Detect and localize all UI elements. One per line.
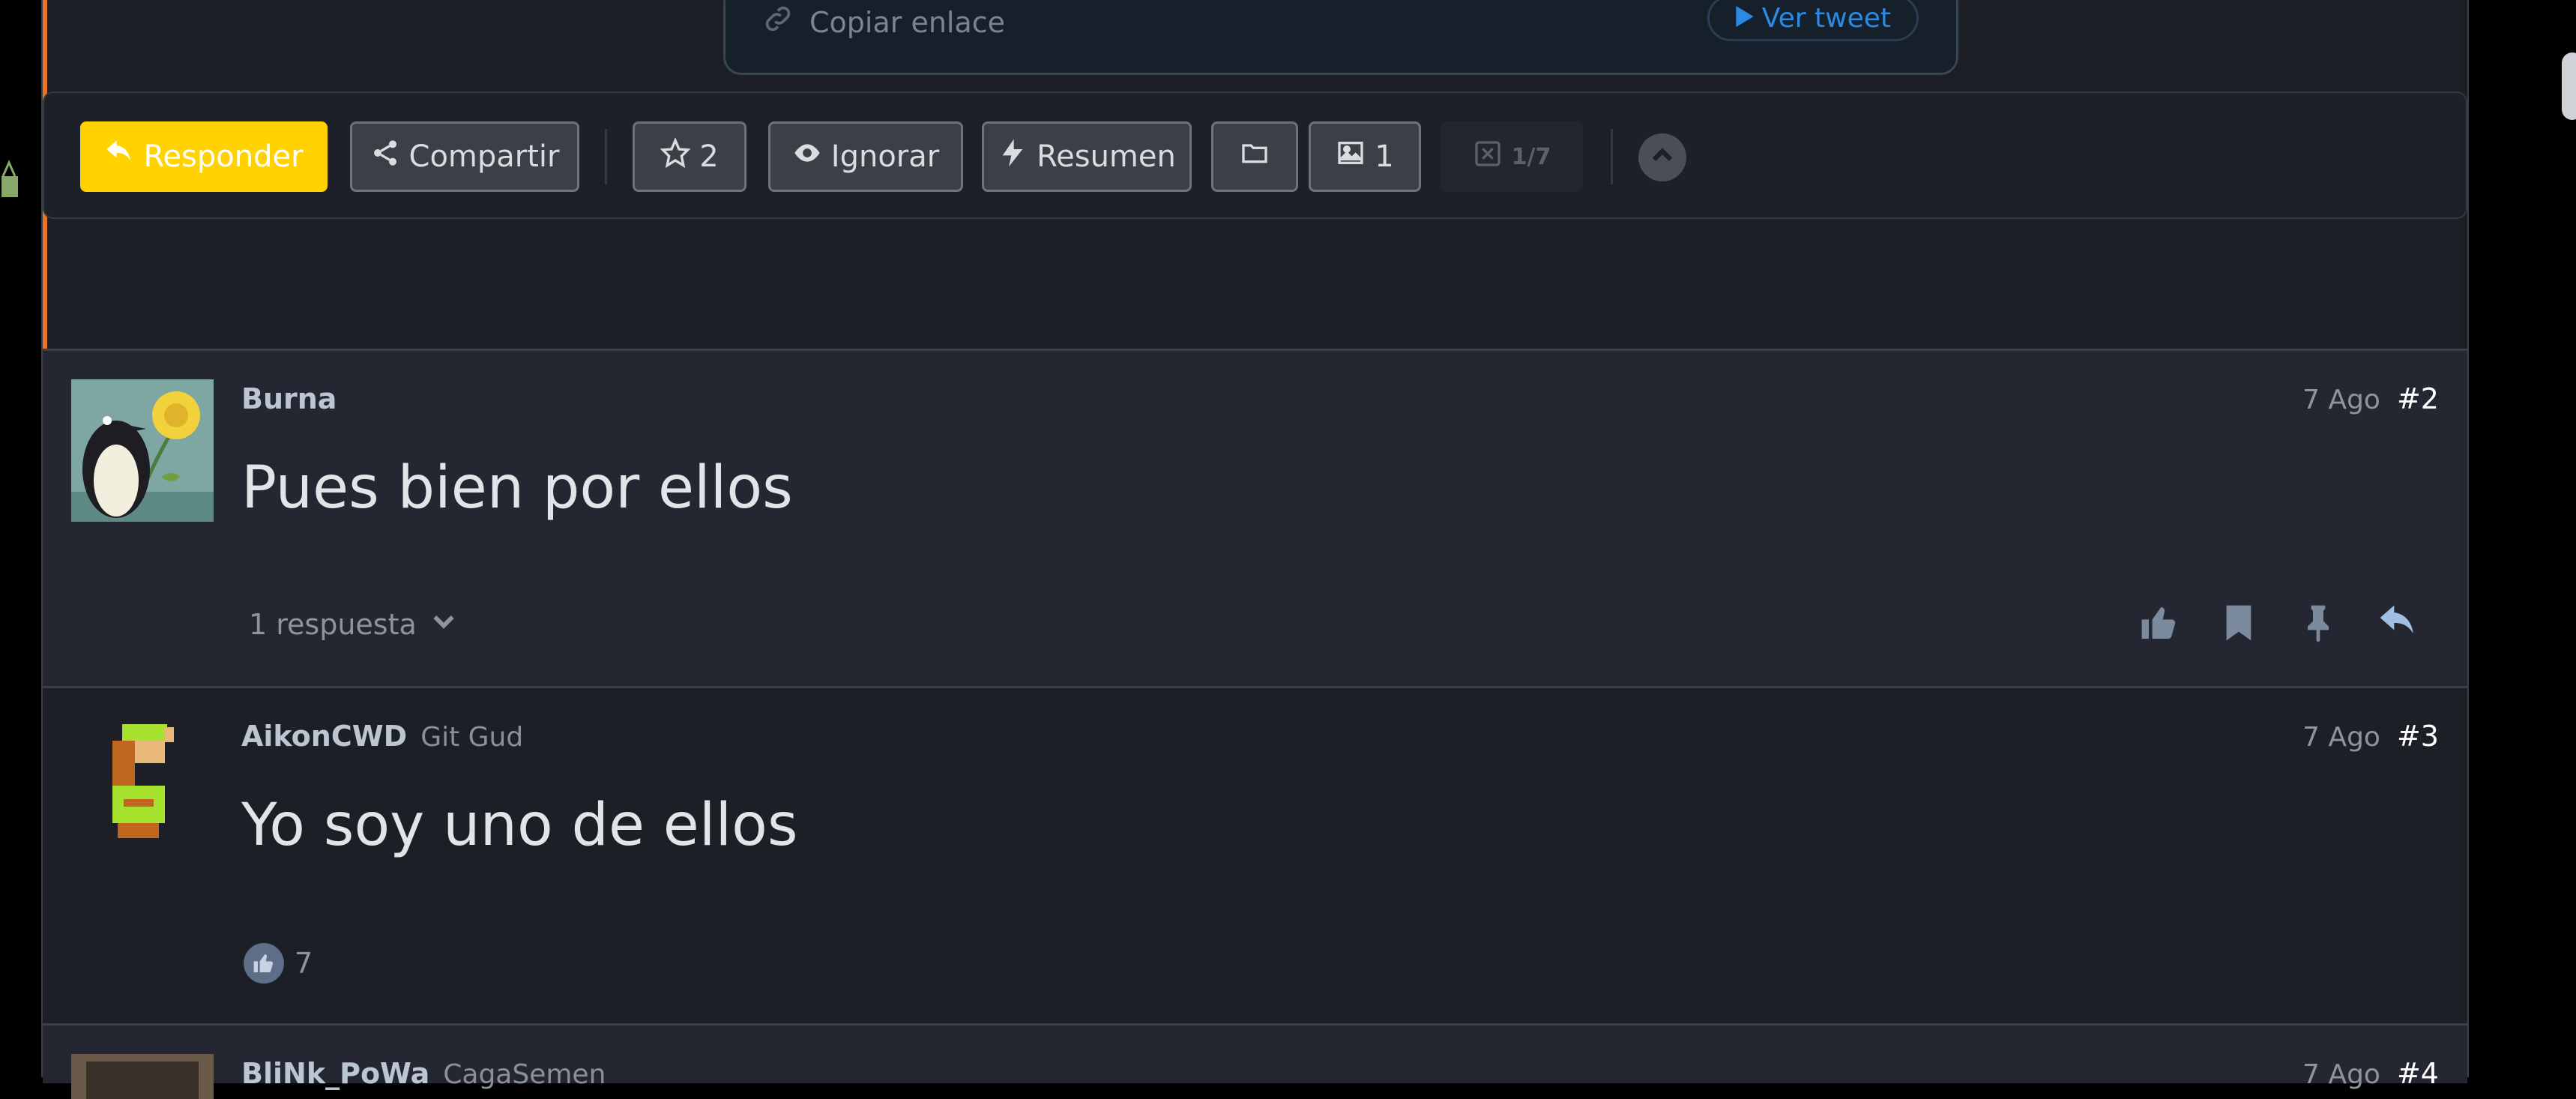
- comment-body: Pues bien por ellos: [241, 454, 793, 522]
- author-tagline: CagaSemen: [443, 1059, 606, 1090]
- replies-toggle[interactable]: 1 respuesta: [249, 606, 459, 642]
- close-box-icon: [1473, 139, 1503, 175]
- comment: BliNk_PoWa CagaSemen 7 Ago #4: [43, 1023, 2467, 1099]
- comment-date: 7 Ago: [2302, 385, 2380, 415]
- bolt-icon: [998, 138, 1028, 175]
- toolbar-divider: [1611, 129, 1613, 184]
- summary-label: Resumen: [1037, 139, 1176, 174]
- images-button[interactable]: 1: [1309, 121, 1421, 192]
- author-line: AikonCWD Git Gud: [241, 720, 523, 753]
- comment: AikonCWD Git Gud 7 Ago #3 Yo soy uno de …: [43, 686, 2467, 1023]
- image-icon: [1336, 138, 1366, 175]
- comment-date: 7 Ago: [2302, 1059, 2380, 1090]
- toolbar-divider: [605, 129, 607, 184]
- comment-meta: 7 Ago #2: [2302, 382, 2439, 415]
- avatar[interactable]: [71, 1054, 214, 1099]
- play-icon: [1735, 3, 1755, 34]
- comment-body: Yo soy uno de ellos: [241, 792, 798, 859]
- reply-icon[interactable]: [2377, 602, 2419, 647]
- comment: Burna 7 Ago #2 Pues bien por ellos 1 res…: [43, 349, 2467, 686]
- comment-number[interactable]: #2: [2397, 382, 2439, 415]
- thread-page: Copiar enlace Ver tweet Responder Compar…: [41, 0, 2469, 1099]
- post-toolbar: Responder Compartir 2 Ignorar Resumen 1 …: [43, 91, 2467, 219]
- chevron-up-icon: [1648, 142, 1677, 173]
- favorites-count: 2: [699, 139, 719, 174]
- like-summary[interactable]: 7: [244, 943, 313, 984]
- thumbs-up-icon[interactable]: [2138, 602, 2180, 647]
- avatar[interactable]: [71, 379, 214, 522]
- star-icon: [660, 137, 691, 175]
- ignore-button[interactable]: Ignorar: [768, 121, 963, 192]
- folder-icon: [1240, 138, 1270, 175]
- comment-date: 7 Ago: [2302, 722, 2380, 753]
- reply-button[interactable]: Responder: [80, 121, 328, 192]
- folder-button[interactable]: [1211, 121, 1298, 192]
- comment-meta: 7 Ago #3: [2302, 720, 2439, 753]
- share-button[interactable]: Compartir: [350, 121, 579, 192]
- reply-icon: [104, 138, 134, 175]
- reply-label: Responder: [143, 139, 304, 174]
- page-counter: 1/7: [1441, 121, 1583, 192]
- eye-icon: [792, 138, 822, 175]
- replies-label: 1 respuesta: [249, 607, 417, 641]
- favorite-button[interactable]: 2: [633, 121, 746, 192]
- avatar[interactable]: [71, 717, 214, 859]
- scroll-up-button[interactable]: [1638, 133, 1686, 181]
- like-count: 7: [295, 947, 313, 980]
- pin-icon[interactable]: [2297, 602, 2339, 647]
- ver-tweet-button[interactable]: Ver tweet: [1707, 0, 1919, 41]
- summary-button[interactable]: Resumen: [982, 121, 1192, 192]
- share-label: Compartir: [408, 139, 560, 174]
- comment-actions: [2138, 602, 2419, 647]
- bookmark-icon[interactable]: [2218, 602, 2260, 647]
- author-line: Burna: [241, 382, 337, 415]
- thumbs-up-icon: [244, 943, 284, 984]
- copy-link[interactable]: Copiar enlace: [761, 2, 1005, 42]
- comment-number[interactable]: #3: [2397, 720, 2439, 753]
- share-icon: [370, 138, 400, 175]
- author-name[interactable]: BliNk_PoWa: [241, 1057, 429, 1090]
- link-icon: [761, 2, 794, 42]
- author-name[interactable]: Burna: [241, 382, 337, 415]
- page-counter-label: 1/7: [1511, 143, 1551, 170]
- scrollbar-thumb[interactable]: [2562, 52, 2576, 120]
- author-line: BliNk_PoWa CagaSemen: [241, 1057, 606, 1090]
- ignore-label: Ignorar: [830, 139, 940, 174]
- side-widget-icon: [1, 160, 18, 197]
- images-count: 1: [1375, 139, 1394, 174]
- copy-link-label: Copiar enlace: [809, 5, 1006, 39]
- ver-tweet-label: Ver tweet: [1761, 2, 1891, 34]
- comment-meta: 7 Ago #4: [2302, 1057, 2439, 1090]
- author-name[interactable]: AikonCWD: [241, 720, 407, 753]
- tweet-embed: Copiar enlace Ver tweet: [723, 0, 1958, 75]
- chevron-down-icon: [429, 606, 459, 642]
- author-tagline: Git Gud: [420, 722, 524, 753]
- comment-number[interactable]: #4: [2397, 1057, 2439, 1090]
